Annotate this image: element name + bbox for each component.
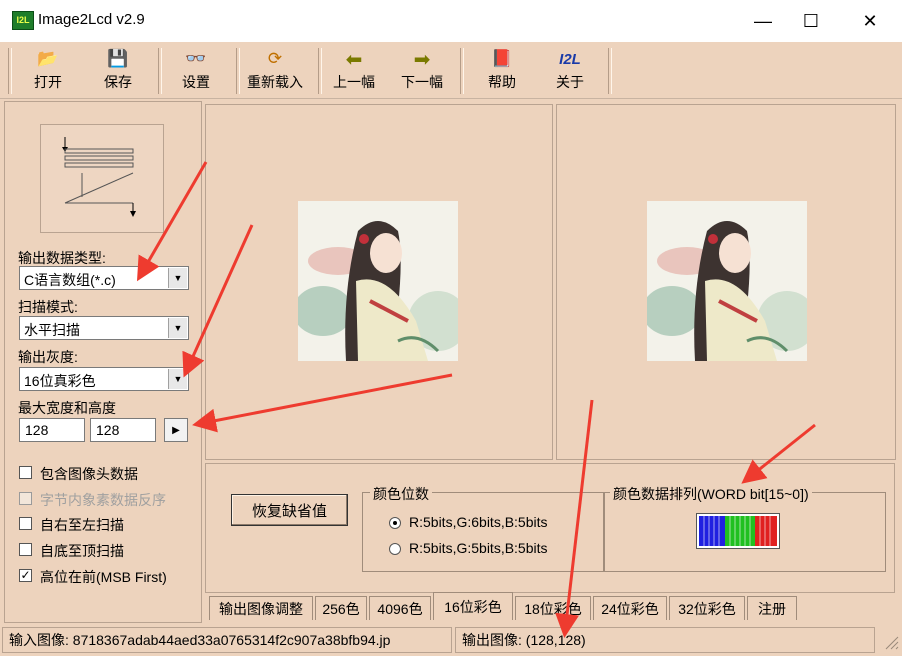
output-image-picture	[647, 201, 807, 361]
minimize-icon[interactable]: —	[740, 0, 786, 42]
open-label: 打开	[34, 74, 62, 90]
right-to-left-checkbox[interactable]	[19, 517, 32, 530]
radio-565[interactable]	[389, 517, 401, 529]
input-image-picture	[298, 201, 458, 361]
output-image-thumbnail	[647, 201, 807, 361]
play-icon: ▶	[172, 424, 180, 436]
maximize-icon[interactable]: ☐	[788, 0, 834, 42]
output-type-label: 输出数据类型:	[18, 250, 106, 266]
save-button[interactable]: 💾 保存	[92, 48, 144, 96]
help-label: 帮助	[488, 74, 516, 90]
msb-first-checkbox[interactable]: ✓	[19, 569, 32, 582]
glasses-icon: 👓	[185, 49, 207, 68]
bottom-to-top-label: 自底至顶扫描	[40, 543, 124, 559]
max-height-value: 128	[96, 422, 120, 438]
tab-output-adjust[interactable]: 输出图像调整	[209, 596, 313, 620]
radio-565-label: R:5bits,G:6bits,B:5bits	[409, 514, 548, 530]
byte-reverse-label: 字节内象素数据反序	[40, 492, 166, 508]
gray-select[interactable]: 16位真彩色 ▼	[19, 367, 189, 391]
scan-mode-select[interactable]: 水平扫描 ▼	[19, 316, 189, 340]
help-book-icon: 📕	[491, 49, 513, 68]
header-data-checkbox[interactable]	[19, 466, 32, 479]
settings-label: 设置	[182, 74, 210, 90]
msb-first-label: 高位在前(MSB First)	[40, 569, 167, 585]
toolbar-separator	[460, 48, 464, 94]
reload-label: 重新载入	[247, 74, 303, 90]
tab-18bit-color[interactable]: 18位彩色	[515, 596, 591, 620]
next-label: 下一幅	[401, 74, 443, 90]
rgb565-bit-pattern	[699, 516, 777, 546]
toolbar-separator	[158, 48, 162, 94]
gray-value: 16位真彩色	[24, 373, 96, 389]
open-button[interactable]: 📂 打开	[22, 48, 74, 96]
scan-mode-value: 水平扫描	[24, 322, 80, 338]
tab-register[interactable]: 注册	[747, 596, 797, 620]
color-bits-title: 颜色位数	[370, 484, 432, 504]
input-image-status: 输入图像: 8718367adab44aed33a0765314f2c907a3…	[2, 627, 452, 653]
toolbar-separator	[236, 48, 240, 94]
input-image-thumbnail	[298, 201, 458, 361]
tab-4096-color[interactable]: 4096色	[369, 596, 431, 620]
reload-icon: ⟳	[267, 49, 283, 68]
max-height-input[interactable]: 128	[90, 418, 156, 442]
max-size-label: 最大宽度和高度	[18, 400, 116, 416]
toolbar-separator	[8, 48, 12, 94]
prev-button[interactable]: ⬅ 上一幅	[328, 48, 380, 96]
output-type-select[interactable]: C语言数组(*.c) ▼	[19, 266, 189, 290]
byte-reverse-checkbox	[19, 492, 32, 505]
toolbar-separator	[608, 48, 612, 94]
save-label: 保存	[104, 74, 132, 90]
prev-label: 上一幅	[333, 74, 375, 90]
apply-size-button[interactable]: ▶	[164, 418, 188, 442]
scan-mode-preview	[40, 124, 164, 233]
header-data-label: 包含图像头数据	[40, 466, 138, 482]
toolbar-separator	[318, 48, 322, 94]
color-order-bar[interactable]	[696, 513, 780, 549]
app-icon: I2L	[12, 11, 34, 30]
about-label: 关于	[556, 74, 584, 90]
arrow-left-icon: ⬅	[345, 48, 363, 71]
reload-button[interactable]: ⟳ 重新载入	[244, 48, 306, 96]
bottom-to-top-checkbox[interactable]	[19, 543, 32, 556]
output-type-value: C语言数组(*.c)	[24, 272, 116, 288]
color-bits-group	[362, 492, 604, 572]
gray-label: 输出灰度:	[18, 349, 78, 365]
tab-16bit-color[interactable]: 16位彩色	[433, 592, 513, 620]
output-image-status: 输出图像: (128,128)	[455, 627, 875, 653]
tab-24bit-color[interactable]: 24位彩色	[593, 596, 667, 620]
max-width-input[interactable]: 128	[19, 418, 85, 442]
scan-mode-label: 扫描模式:	[18, 299, 78, 315]
restore-default-button[interactable]: 恢复缺省值	[231, 494, 348, 526]
help-button[interactable]: 📕 帮助	[476, 48, 528, 96]
window-title: Image2Lcd v2.9	[38, 11, 145, 28]
scan-direction-diagram	[62, 137, 136, 217]
right-to-left-label: 自右至左扫描	[40, 517, 124, 533]
arrow-right-icon: ➡	[413, 48, 431, 71]
about-button[interactable]: I2L 关于	[544, 48, 596, 96]
chevron-down-icon[interactable]: ▼	[168, 369, 187, 389]
settings-button[interactable]: 👓 设置	[170, 48, 222, 96]
next-button[interactable]: ➡ 下一幅	[396, 48, 448, 96]
tab-32bit-color[interactable]: 32位彩色	[669, 596, 745, 620]
max-width-value: 128	[25, 422, 49, 438]
open-folder-icon: 📂	[37, 49, 59, 68]
checkmark-icon: ✓	[20, 568, 31, 582]
close-icon[interactable]: ✕	[847, 0, 893, 42]
resize-grip-icon[interactable]	[878, 629, 900, 653]
save-disk-icon: 💾	[107, 49, 129, 68]
tab-256-color[interactable]: 256色	[315, 596, 367, 620]
color-order-title: 颜色数据排列(WORD bit[15~0])	[610, 484, 812, 504]
radio-555-label: R:5bits,G:5bits,B:5bits	[409, 540, 548, 556]
chevron-down-icon[interactable]: ▼	[168, 318, 187, 338]
chevron-down-icon[interactable]: ▼	[168, 268, 187, 288]
about-i2l-icon: I2L	[559, 50, 581, 68]
radio-555[interactable]	[389, 543, 401, 555]
